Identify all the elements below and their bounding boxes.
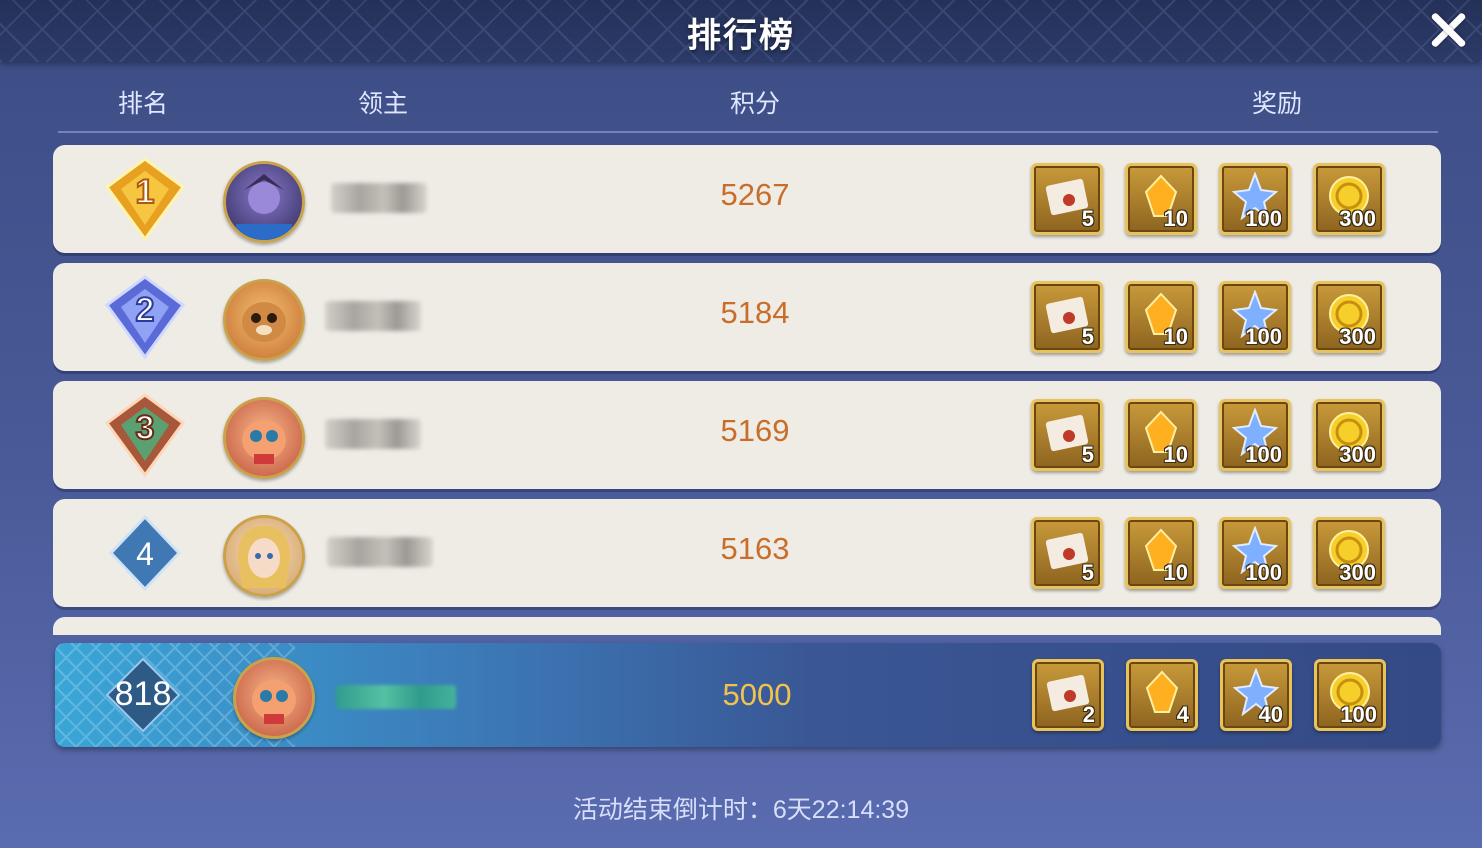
reward-letter[interactable]: 5 bbox=[1031, 517, 1103, 589]
my-rank-row[interactable]: 818 5000 2 4 40 100 bbox=[55, 643, 1441, 747]
reward-count: 10 bbox=[1163, 560, 1188, 585]
header-score: 积分 bbox=[730, 90, 781, 118]
reward-amber[interactable]: 10 bbox=[1125, 281, 1197, 353]
reward-count: 300 bbox=[1339, 206, 1376, 231]
reward-gold-coin[interactable]: 300 bbox=[1313, 163, 1385, 235]
reward-letter[interactable]: 2 bbox=[1032, 659, 1104, 731]
rank-number: 1 bbox=[136, 173, 155, 211]
diamond-rank-badge-icon: 4 bbox=[108, 514, 182, 592]
player-name-blurred bbox=[331, 183, 427, 213]
reward-count: 100 bbox=[1340, 702, 1377, 727]
avatar[interactable] bbox=[223, 397, 305, 479]
reward-amber[interactable]: 4 bbox=[1126, 659, 1198, 731]
player-name-blurred bbox=[325, 301, 421, 331]
score-value: 5267 bbox=[720, 177, 790, 212]
reward-letter[interactable]: 5 bbox=[1031, 399, 1103, 471]
reward-count: 2 bbox=[1082, 702, 1095, 727]
reward-count: 40 bbox=[1258, 702, 1283, 727]
reward-count: 4 bbox=[1176, 702, 1189, 727]
reward-gold-coin[interactable]: 300 bbox=[1313, 281, 1385, 353]
avatar[interactable] bbox=[223, 515, 305, 597]
gold-rank-badge-icon: 1 bbox=[104, 157, 186, 242]
reward-star-crystal[interactable]: 100 bbox=[1219, 399, 1291, 471]
reward-count: 5 bbox=[1081, 560, 1094, 585]
reward-star-crystal[interactable]: 100 bbox=[1219, 281, 1291, 353]
header-rank: 排名 bbox=[118, 90, 169, 118]
rank-number: 4 bbox=[136, 536, 154, 572]
column-headers: 排名 领主 积分 奖励 bbox=[0, 84, 1482, 124]
self-avatar[interactable] bbox=[233, 657, 315, 739]
self-score-value: 5000 bbox=[722, 677, 792, 712]
avatar[interactable] bbox=[223, 161, 305, 243]
reward-count: 5 bbox=[1081, 206, 1094, 231]
player-name-blurred bbox=[327, 537, 433, 567]
reward-count: 100 bbox=[1245, 324, 1282, 349]
page-title: 排行榜 bbox=[687, 17, 795, 55]
reward-star-crystal[interactable]: 100 bbox=[1219, 517, 1291, 589]
lord-portrait-icon bbox=[252, 680, 296, 724]
reward-letter[interactable]: 5 bbox=[1031, 281, 1103, 353]
self-name-blurred bbox=[336, 685, 456, 709]
table-row[interactable]: 2 5184 5 10 100 300 bbox=[53, 263, 1441, 371]
lord-portrait-icon bbox=[236, 174, 292, 240]
rank-number: 3 bbox=[136, 409, 155, 447]
self-rank-number: 818 bbox=[114, 675, 172, 713]
blue-rank-badge-icon: 2 bbox=[104, 275, 186, 360]
table-row-partial[interactable] bbox=[53, 617, 1441, 635]
player-name-blurred bbox=[325, 419, 421, 449]
header-lord: 领主 bbox=[358, 90, 409, 118]
reward-amber[interactable]: 10 bbox=[1125, 163, 1197, 235]
table-row[interactable]: 4 5163 5 10 100 300 bbox=[53, 499, 1441, 607]
table-row[interactable]: 3 5169 5 10 100 300 bbox=[53, 381, 1441, 489]
reward-count: 300 bbox=[1339, 560, 1376, 585]
score-value: 5163 bbox=[720, 531, 790, 566]
reward-gold-coin[interactable]: 100 bbox=[1314, 659, 1386, 731]
reward-star-crystal[interactable]: 40 bbox=[1220, 659, 1292, 731]
reward-count: 100 bbox=[1245, 442, 1282, 467]
reward-count: 10 bbox=[1163, 324, 1188, 349]
reward-letter[interactable]: 5 bbox=[1031, 163, 1103, 235]
reward-amber[interactable]: 10 bbox=[1125, 517, 1197, 589]
reward-gold-coin[interactable]: 300 bbox=[1313, 399, 1385, 471]
reward-amber[interactable]: 10 bbox=[1125, 399, 1197, 471]
score-value: 5184 bbox=[720, 295, 790, 330]
reward-count: 300 bbox=[1339, 324, 1376, 349]
rank-number: 2 bbox=[136, 291, 155, 329]
lord-portrait-icon bbox=[242, 302, 286, 342]
reward-count: 100 bbox=[1245, 206, 1282, 231]
close-button[interactable] bbox=[1426, 8, 1470, 52]
reward-count: 10 bbox=[1163, 206, 1188, 231]
header-divider bbox=[58, 131, 1438, 133]
countdown-label: 活动结束倒计时： bbox=[572, 796, 773, 824]
lord-portrait-icon bbox=[238, 526, 290, 588]
ranking-list[interactable]: 1 5267 5 10 100 300 2 5184 5 10 100 300 … bbox=[53, 145, 1441, 635]
header-reward: 奖励 bbox=[1252, 90, 1303, 118]
reward-count: 10 bbox=[1163, 442, 1188, 467]
reward-star-crystal[interactable]: 100 bbox=[1219, 163, 1291, 235]
bronze-rank-badge-icon: 3 bbox=[104, 393, 186, 478]
reward-count: 100 bbox=[1245, 560, 1282, 585]
event-countdown: 活动结束倒计时：6天22:14:39 bbox=[0, 790, 1482, 826]
score-value: 5169 bbox=[720, 413, 790, 448]
avatar[interactable] bbox=[223, 279, 305, 361]
reward-count: 5 bbox=[1081, 442, 1094, 467]
countdown-value: 6天22:14:39 bbox=[772, 796, 910, 824]
lord-portrait-icon bbox=[242, 420, 286, 464]
title-bar: 排行榜 bbox=[0, 0, 1482, 62]
reward-count: 300 bbox=[1339, 442, 1376, 467]
reward-gold-coin[interactable]: 300 bbox=[1313, 517, 1385, 589]
reward-count: 5 bbox=[1081, 324, 1094, 349]
table-row[interactable]: 1 5267 5 10 100 300 bbox=[53, 145, 1441, 253]
